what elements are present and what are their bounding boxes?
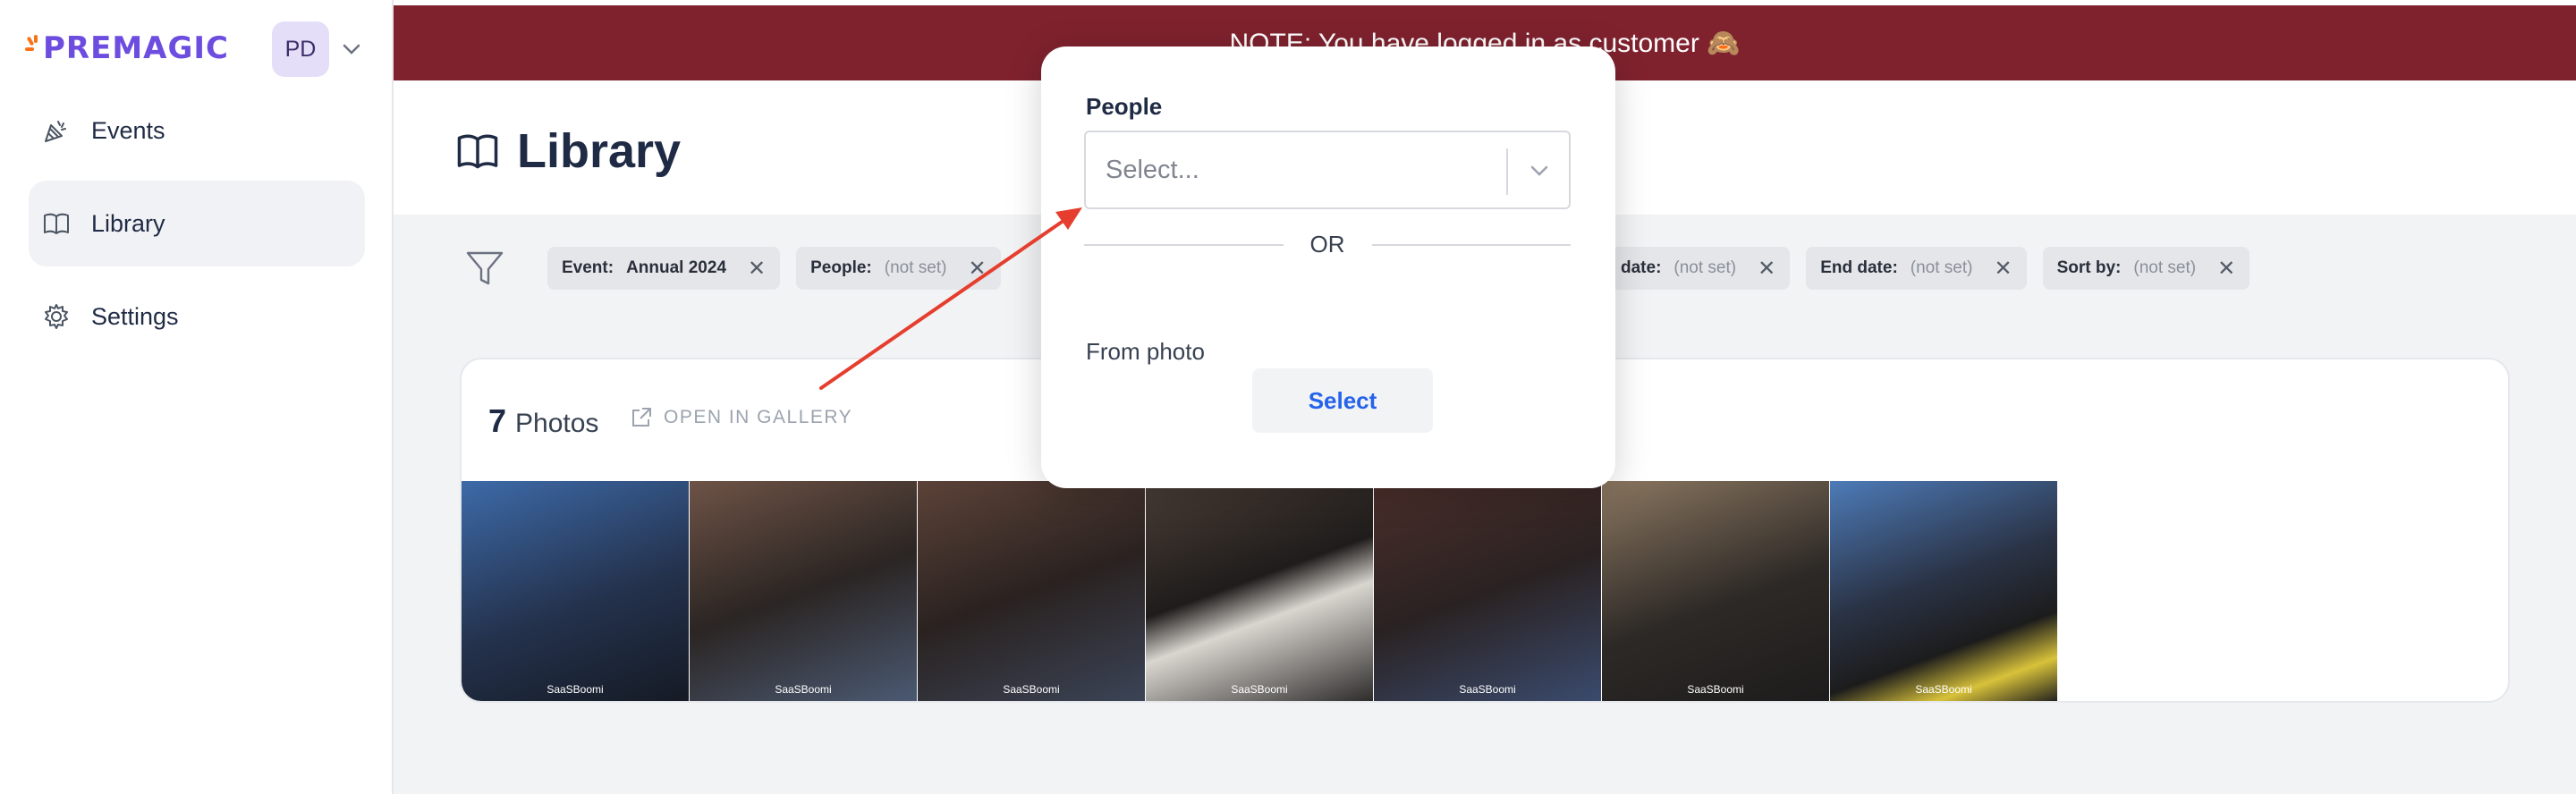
watermark: SaaSBoomi	[547, 683, 604, 696]
chip-value: (not set)	[2133, 258, 2197, 277]
chip-key: End date:	[1820, 258, 1898, 277]
photos-count-number: 7	[488, 402, 507, 439]
watermark: SaaSBoomi	[775, 683, 832, 696]
book-icon	[457, 134, 498, 169]
sidebar-item-label: Settings	[91, 302, 179, 330]
close-icon[interactable]: ✕	[748, 256, 766, 282]
user-menu[interactable]: PD	[272, 21, 361, 77]
select-divider	[1506, 148, 1508, 195]
people-select-placeholder: Select...	[1106, 156, 1199, 184]
watermark: SaaSBoomi	[1915, 683, 1972, 696]
chevron-down-icon[interactable]	[342, 43, 361, 55]
sidebar-nav: Events Library Settings	[29, 88, 365, 367]
chip-key: People:	[810, 258, 872, 277]
sidebar: PREMAGIC PD Events Library Settings	[0, 0, 394, 794]
sidebar-item-events[interactable]: Events	[29, 88, 365, 173]
page-title: Library	[456, 123, 681, 179]
or-text: OR	[1309, 231, 1345, 258]
close-icon[interactable]: ✕	[1994, 256, 2012, 282]
photo-grid: SaaSBoomi SaaSBoomi SaaSBoomi SaaSBoomi …	[462, 481, 2058, 701]
brand-name: PREMAGIC	[43, 30, 229, 66]
sidebar-item-settings[interactable]: Settings	[29, 274, 365, 359]
filter-chip-end-date[interactable]: End date: (not set) ✕	[1806, 247, 2027, 290]
people-filter-popover: People Select... OR From photo Select	[1041, 46, 1615, 488]
divider-line	[1084, 243, 1284, 246]
chip-key: Event:	[562, 258, 614, 277]
photo-thumbnail[interactable]: SaaSBoomi	[1146, 481, 1373, 701]
book-icon	[41, 208, 72, 239]
chip-value: (not set)	[1674, 258, 1737, 277]
close-icon[interactable]: ✕	[2217, 256, 2235, 282]
gear-icon	[41, 301, 72, 332]
photo-thumbnail[interactable]: SaaSBoomi	[918, 481, 1145, 701]
open-in-gallery-label: OPEN IN GALLERY	[664, 407, 853, 427]
select-photo-button[interactable]: Select	[1252, 368, 1433, 433]
photo-thumbnail[interactable]: SaaSBoomi	[462, 481, 689, 701]
photos-count-label: Photos	[515, 409, 599, 438]
filter-bar-right: date: (not set) ✕ End date: (not set) ✕ …	[1606, 247, 2266, 290]
or-divider: OR	[1084, 231, 1571, 258]
watermark: SaaSBoomi	[1231, 683, 1288, 696]
photo-thumbnail[interactable]: SaaSBoomi	[1830, 481, 2057, 701]
photo-thumbnail[interactable]: SaaSBoomi	[690, 481, 917, 701]
close-icon[interactable]: ✕	[968, 256, 986, 282]
watermark: SaaSBoomi	[1459, 683, 1516, 696]
filter-chip-event[interactable]: Event: Annual 2024 ✕	[547, 247, 781, 290]
close-icon[interactable]: ✕	[1758, 256, 1775, 282]
filter-icon[interactable]	[465, 249, 504, 288]
watermark: SaaSBoomi	[1003, 683, 1060, 696]
open-in-gallery-link[interactable]: OPEN IN GALLERY	[630, 406, 852, 429]
filter-bar: Event: Annual 2024 ✕ People: (not set) ✕	[465, 247, 1017, 290]
external-link-icon	[632, 408, 651, 427]
avatar[interactable]: PD	[272, 21, 329, 77]
sidebar-item-label: Events	[91, 116, 165, 144]
people-select[interactable]: Select...	[1084, 131, 1571, 209]
events-icon	[41, 115, 72, 146]
photo-thumbnail[interactable]: SaaSBoomi	[1602, 481, 1829, 701]
chip-value: (not set)	[884, 258, 947, 277]
chip-value: Annual 2024	[626, 258, 727, 277]
people-label: People	[1086, 93, 1163, 120]
filter-chip-sort-by[interactable]: Sort by: (not set) ✕	[2042, 247, 2250, 290]
chip-key: Sort by:	[2056, 258, 2122, 277]
photo-thumbnail[interactable]: SaaSBoomi	[1374, 481, 1601, 701]
page-title-text: Library	[517, 124, 682, 178]
watermark: SaaSBoomi	[1687, 683, 1744, 696]
spark-icon	[25, 35, 43, 62]
sidebar-item-library[interactable]: Library	[29, 181, 365, 266]
sidebar-item-label: Library	[91, 209, 165, 237]
chevron-down-icon[interactable]	[1526, 157, 1553, 184]
chip-key: date:	[1621, 258, 1662, 277]
chip-value: (not set)	[1910, 258, 1973, 277]
photos-count: 7 Photos	[488, 402, 598, 440]
brand-logo[interactable]: PREMAGIC	[25, 30, 229, 66]
from-photo-label: From photo	[1086, 338, 1205, 365]
filter-chip-start-date[interactable]: date: (not set) ✕	[1606, 247, 1791, 290]
filter-chip-people[interactable]: People: (not set) ✕	[796, 247, 1001, 290]
divider-line	[1371, 243, 1571, 246]
